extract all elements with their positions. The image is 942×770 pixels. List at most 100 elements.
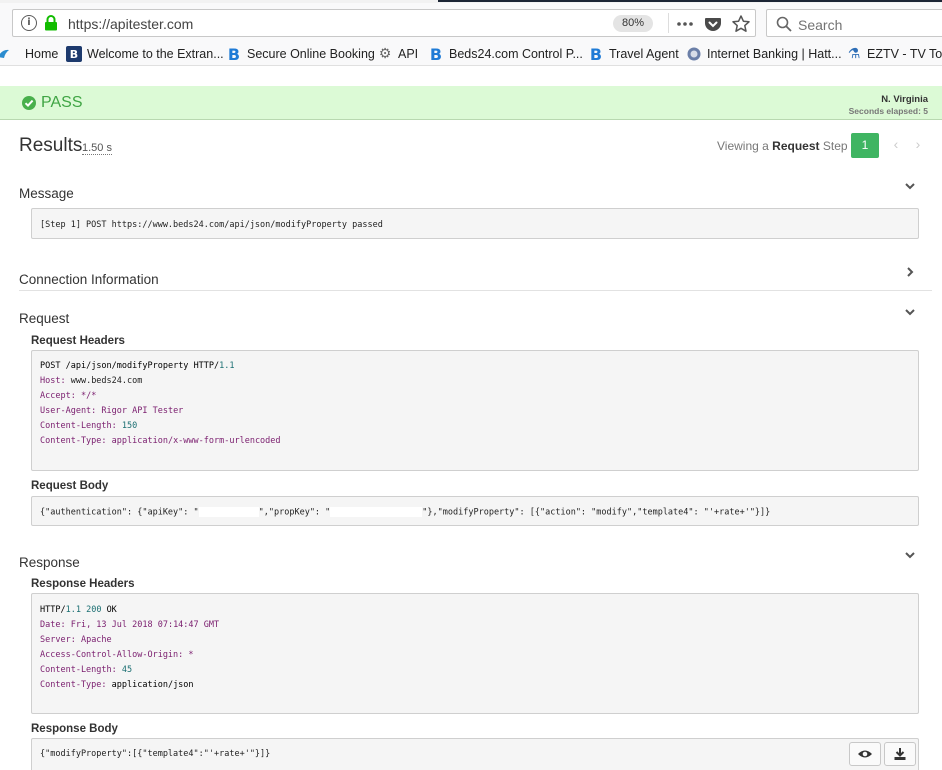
results-time: 1.50 s <box>82 142 112 155</box>
prev-step-icon[interactable]: ‹ <box>889 136 903 152</box>
redacted-region <box>198 507 259 517</box>
bookmark-star-icon[interactable] <box>731 14 751 34</box>
next-step-icon[interactable]: › <box>911 136 925 152</box>
bookmark-api[interactable]: ⚙ API <box>377 44 418 64</box>
bookmark-travel-agent[interactable]: B Travel Agent <box>588 44 679 64</box>
view-body-button[interactable] <box>849 742 881 766</box>
header-key: Accept: <box>40 391 76 401</box>
b-dark-icon: B <box>66 46 82 62</box>
body-segment: {"authentication": {"apiKey": " <box>40 507 199 518</box>
download-icon <box>894 748 906 760</box>
bookmark-label: Secure Online Booking <box>247 47 375 61</box>
header-line: Content-Type: application/json <box>40 680 194 690</box>
message-box: [Step 1] POST https://www.beds24.com/api… <box>31 208 919 239</box>
check-circle-icon <box>22 96 36 110</box>
header-line: Server: Apache <box>40 635 112 645</box>
message-heading[interactable]: Message <box>19 186 74 201</box>
status-code: 200 <box>86 605 102 615</box>
zoom-badge[interactable]: 80% <box>613 15 653 32</box>
bookmark-internet-banking[interactable]: Internet Banking | Hatt... <box>686 44 842 64</box>
request-line: POST /api/json/modifyProperty HTTP/1.1 <box>40 361 235 371</box>
chevron-down-icon[interactable] <box>901 303 919 321</box>
header-line: Accept: */* <box>40 391 96 401</box>
header-key: Content-Type: <box>40 436 107 446</box>
bookmark-label: Travel Agent <box>609 47 679 61</box>
connection-heading[interactable]: Connection Information <box>19 272 159 287</box>
results-title: Results <box>19 135 83 156</box>
header-value: application/json <box>111 680 194 690</box>
header-key: User-Agent: <box>40 406 97 416</box>
viewing-step-label: Viewing a Request Step <box>717 139 848 153</box>
header-key: Host: <box>40 376 66 386</box>
viewing-type: Request <box>772 139 820 153</box>
header-key: Server: <box>40 635 76 645</box>
header-value: www.beds24.com <box>70 376 143 386</box>
response-body-text: {"modifyProperty":[{"template4":"'+rate+… <box>40 749 271 759</box>
chevron-down-icon[interactable] <box>901 177 919 195</box>
body-segment: "},"modifyProperty": [{"action": "modify… <box>422 507 771 518</box>
url-divider <box>668 13 669 33</box>
section-divider <box>19 290 932 291</box>
header-value: application/x-www-form-urlencoded <box>111 436 281 446</box>
search-placeholder: Search <box>798 17 843 33</box>
header-value: * <box>188 650 194 660</box>
step-1-button[interactable]: 1 <box>851 133 879 158</box>
http-proto: HTTP/ <box>40 605 66 615</box>
header-value: Fri, 13 Jul 2018 07:14:47 GMT <box>70 620 220 630</box>
url-text[interactable]: https://apitester.com <box>68 16 193 32</box>
header-line: Date: Fri, 13 Jul 2018 07:14:47 GMT <box>40 620 219 630</box>
more-actions-icon[interactable] <box>675 14 695 34</box>
eye-icon <box>858 750 872 758</box>
bookmark-label: Beds24.com Control P... <box>449 47 583 61</box>
http-version: 1.1 <box>65 605 81 615</box>
viewing-prefix: Viewing a <box>717 139 769 153</box>
header-key: Access-Control-Allow-Origin: <box>40 650 184 660</box>
status-label: PASS <box>41 94 83 111</box>
info-icon[interactable]: i <box>21 15 37 31</box>
browser-toolbar: i https://apitester.com 80% Search <box>0 3 942 42</box>
redacted-region <box>330 507 423 517</box>
header-key: Date: <box>40 620 66 630</box>
body-segment: ","propKey": " <box>258 507 331 518</box>
request-path: /api/json/modifyProperty <box>65 361 189 371</box>
response-heading[interactable]: Response <box>19 555 80 570</box>
pocket-icon[interactable] <box>703 14 723 34</box>
response-body-box: {"modifyProperty":[{"template4":"'+rate+… <box>31 738 919 770</box>
header-line: Access-Control-Allow-Origin: * <box>40 650 194 660</box>
b-blue-icon: B <box>227 44 241 64</box>
bookmark-label: EZTV - TV Torr <box>867 47 942 61</box>
bookmark-beds24-control[interactable]: B Beds24.com Control P... <box>428 44 583 64</box>
gear-icon: ⚙ <box>378 46 392 62</box>
header-value: 150 <box>121 421 138 431</box>
bookmark-extranet[interactable]: B Welcome to the Extran... <box>66 44 224 64</box>
header-value: Apache <box>80 635 112 645</box>
header-value: */* <box>80 391 97 401</box>
search-bar[interactable]: Search <box>766 9 942 37</box>
b-blue-icon: B <box>429 44 443 64</box>
http-proto: HTTP/ <box>193 361 220 371</box>
home-icon <box>4 46 20 62</box>
response-body-title: Response Body <box>31 723 118 735</box>
chevron-down-icon[interactable] <box>901 546 919 564</box>
response-headers-title: Response Headers <box>31 578 135 590</box>
status-banner: PASS N. Virginia Seconds elapsed: 5 <box>0 86 942 120</box>
status-line: HTTP/1.1 200 OK <box>40 605 117 615</box>
status-text: OK <box>106 605 117 615</box>
header-key: Content-Length: <box>40 665 117 675</box>
header-value: Rigor API Tester <box>101 406 184 416</box>
download-body-button[interactable] <box>884 742 916 766</box>
response-headers-box: HTTP/1.1 200 OK Date: Fri, 13 Jul 2018 0… <box>31 593 919 714</box>
bookmark-label: API <box>398 47 419 61</box>
address-bar[interactable]: i https://apitester.com 80% <box>12 9 756 37</box>
chevron-right-icon[interactable] <box>901 263 919 281</box>
request-body-title: Request Body <box>31 480 109 492</box>
bookmark-label: Internet Banking | Hatt... <box>707 47 842 61</box>
tab-strip <box>438 0 942 2</box>
bookmark-home[interactable]: Home <box>4 44 58 64</box>
header-line: Host: www.beds24.com <box>40 376 142 386</box>
header-line: Content-Type: application/x-www-form-url… <box>40 436 281 446</box>
bookmark-eztv[interactable]: ⚗ EZTV - TV Torr <box>846 44 942 64</box>
bookmark-secure-booking[interactable]: B Secure Online Booking <box>226 44 375 64</box>
request-heading[interactable]: Request <box>19 311 69 326</box>
bookmark-label: Welcome to the Extran... <box>87 47 224 61</box>
